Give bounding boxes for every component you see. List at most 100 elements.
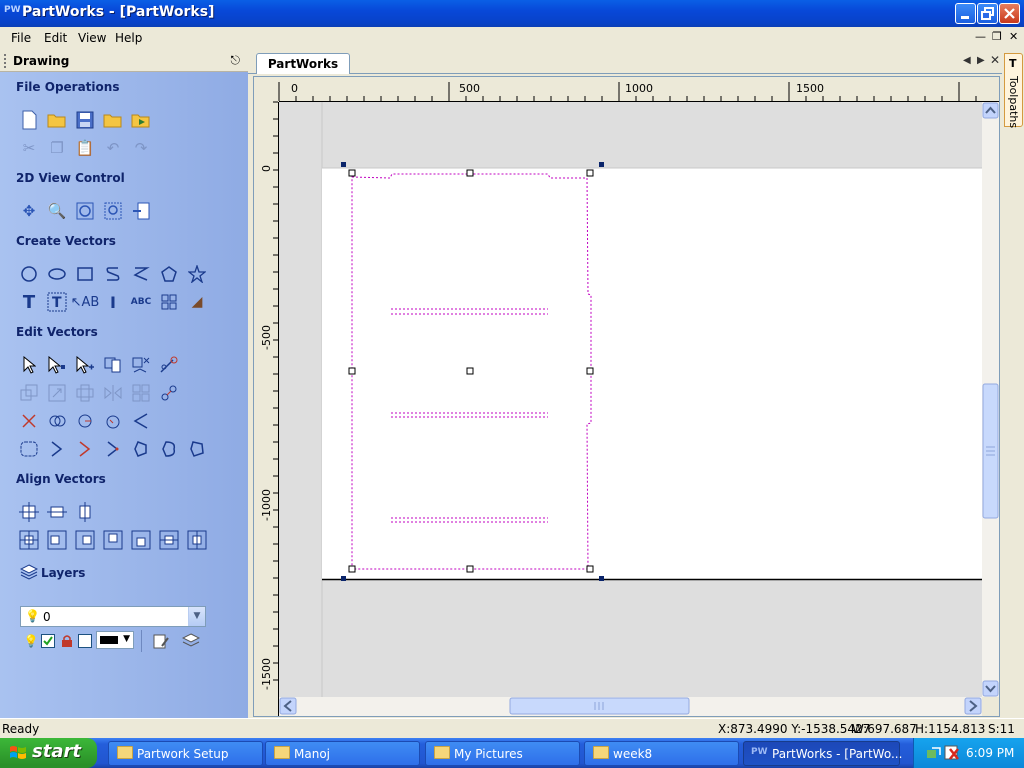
- dropdown-arrow-icon[interactable]: ▼: [188, 607, 205, 626]
- view-page-icon[interactable]: [130, 200, 152, 222]
- node-edit-icon[interactable]: [46, 354, 68, 376]
- tab-toolpaths[interactable]: T Toolpaths: [1004, 53, 1023, 128]
- copy-icon[interactable]: ❐: [46, 137, 68, 159]
- restore-button[interactable]: [977, 3, 998, 24]
- menu-file[interactable]: File: [11, 31, 31, 45]
- center-horizontal-icon[interactable]: [158, 529, 180, 551]
- align-left-icon[interactable]: [46, 529, 68, 551]
- cut-icon[interactable]: ✂: [18, 137, 40, 159]
- select-tool-icon[interactable]: [18, 354, 40, 376]
- scroll-left-button[interactable]: [279, 697, 297, 715]
- panel-grip[interactable]: [4, 54, 6, 68]
- resize-icon[interactable]: [46, 382, 68, 404]
- measure-icon[interactable]: [102, 354, 124, 376]
- security-alert-tray-icon[interactable]: [944, 745, 960, 761]
- fillet-icon[interactable]: [130, 410, 152, 432]
- layer-lock-checkbox[interactable]: [74, 630, 96, 652]
- tab-scroll-right-icon[interactable]: ▶: [977, 55, 985, 66]
- undo-icon[interactable]: ↶: [102, 137, 124, 159]
- network-tray-icon[interactable]: [926, 745, 942, 761]
- tab-close-icon[interactable]: ✕: [990, 53, 1000, 67]
- zoom-fit-icon[interactable]: [74, 200, 96, 222]
- open-file-icon[interactable]: [46, 109, 68, 131]
- scissors-vector-icon[interactable]: [158, 354, 180, 376]
- bitmap-trace-icon[interactable]: ◢: [186, 291, 208, 313]
- import-icon[interactable]: [130, 109, 152, 131]
- align-h-center-icon[interactable]: [46, 501, 68, 523]
- align-center-icon[interactable]: [18, 501, 40, 523]
- align-v-center-icon[interactable]: [74, 501, 96, 523]
- close-vector-icon[interactable]: [46, 438, 68, 460]
- polyline-tool-icon[interactable]: [102, 263, 124, 285]
- text-arc-icon[interactable]: ABC: [130, 291, 152, 313]
- layer-color-picker[interactable]: ▼: [96, 631, 134, 649]
- group-icon[interactable]: [130, 382, 152, 404]
- tab-scroll-left-icon[interactable]: ◀: [963, 55, 971, 66]
- smooth-vector-icon[interactable]: [130, 438, 152, 460]
- zoom-selection-icon[interactable]: [102, 200, 124, 222]
- weld-icon[interactable]: [46, 410, 68, 432]
- node-join-icon[interactable]: [158, 382, 180, 404]
- mirror-icon[interactable]: [102, 382, 124, 404]
- handle-middle-left[interactable]: [348, 367, 356, 375]
- text-box-tool-icon[interactable]: T: [46, 291, 68, 313]
- scroll-down-button[interactable]: [982, 680, 999, 697]
- handle-bottom-left[interactable]: [348, 565, 356, 573]
- offset-icon[interactable]: [18, 438, 40, 460]
- text-spacing-icon[interactable]: I: [102, 291, 124, 313]
- star-tool-icon[interactable]: [186, 263, 208, 285]
- menu-view[interactable]: View: [78, 31, 106, 45]
- start-button[interactable]: start: [0, 738, 97, 768]
- polygon-tool-icon[interactable]: [158, 263, 180, 285]
- pin-icon[interactable]: ⎋: [231, 53, 241, 68]
- mdi-minimize-icon[interactable]: —: [975, 30, 986, 43]
- taskbar-item-my-pictures[interactable]: My Pictures: [425, 741, 580, 766]
- drawing-canvas[interactable]: 0 500 1000 1500 0 -500 -1000 -1500: [254, 77, 999, 716]
- menu-help[interactable]: Help: [115, 31, 142, 45]
- ellipse-tool-icon[interactable]: [46, 263, 68, 285]
- delete-vector-icon[interactable]: [130, 354, 152, 376]
- scroll-up-button[interactable]: [982, 102, 999, 119]
- join-vector-icon[interactable]: [74, 438, 96, 460]
- taskbar-item-manoj[interactable]: Manoj: [265, 741, 420, 766]
- close-button[interactable]: [999, 3, 1020, 24]
- paste-icon[interactable]: 📋: [74, 137, 96, 159]
- tab-partworks[interactable]: PartWorks: [256, 53, 350, 74]
- zoom-icon[interactable]: 🔍: [46, 200, 68, 222]
- handle-bottom-center[interactable]: [466, 565, 474, 573]
- layer-properties-icon[interactable]: [150, 630, 172, 652]
- text-on-curve-icon[interactable]: ↖AB: [71, 291, 100, 313]
- layer-manager-icon[interactable]: [180, 630, 202, 652]
- center-in-material-icon[interactable]: [18, 529, 40, 551]
- subtract-icon[interactable]: [74, 410, 96, 432]
- center-vertical-icon[interactable]: [186, 529, 208, 551]
- handle-top-right[interactable]: [586, 169, 594, 177]
- open-folder-icon[interactable]: [102, 109, 124, 131]
- polyline-fit-icon[interactable]: [186, 438, 208, 460]
- minimize-button[interactable]: [955, 3, 976, 24]
- handle-middle-right[interactable]: [586, 367, 594, 375]
- align-right-icon[interactable]: [74, 529, 96, 551]
- transform-icon[interactable]: [74, 354, 96, 376]
- rotate-icon[interactable]: [74, 382, 96, 404]
- text-tool-icon[interactable]: T: [18, 291, 40, 313]
- trim-icon[interactable]: [18, 410, 40, 432]
- taskbar-item-week8[interactable]: week8: [584, 741, 739, 766]
- handle-top-left[interactable]: [348, 169, 356, 177]
- mdi-close-icon[interactable]: ✕: [1009, 30, 1018, 43]
- handle-center[interactable]: [466, 367, 474, 375]
- fit-curves-icon[interactable]: [158, 438, 180, 460]
- rectangle-tool-icon[interactable]: [74, 263, 96, 285]
- taskbar-item-partworks[interactable]: PW PartWorks - [PartWo...: [743, 741, 902, 766]
- taskbar-item-partwork-setup[interactable]: Partwork Setup: [108, 741, 263, 766]
- mdi-restore-icon[interactable]: ❐: [992, 30, 1002, 43]
- redo-icon[interactable]: ↷: [130, 137, 152, 159]
- pan-icon[interactable]: ✥: [18, 200, 40, 222]
- handle-top-center[interactable]: [466, 169, 474, 177]
- menu-edit[interactable]: Edit: [44, 31, 67, 45]
- align-bottom-icon[interactable]: [130, 529, 152, 551]
- array-copy-icon[interactable]: [158, 291, 180, 313]
- scroll-right-button[interactable]: [964, 697, 982, 715]
- align-top-icon[interactable]: [102, 529, 124, 551]
- scale-icon[interactable]: [18, 382, 40, 404]
